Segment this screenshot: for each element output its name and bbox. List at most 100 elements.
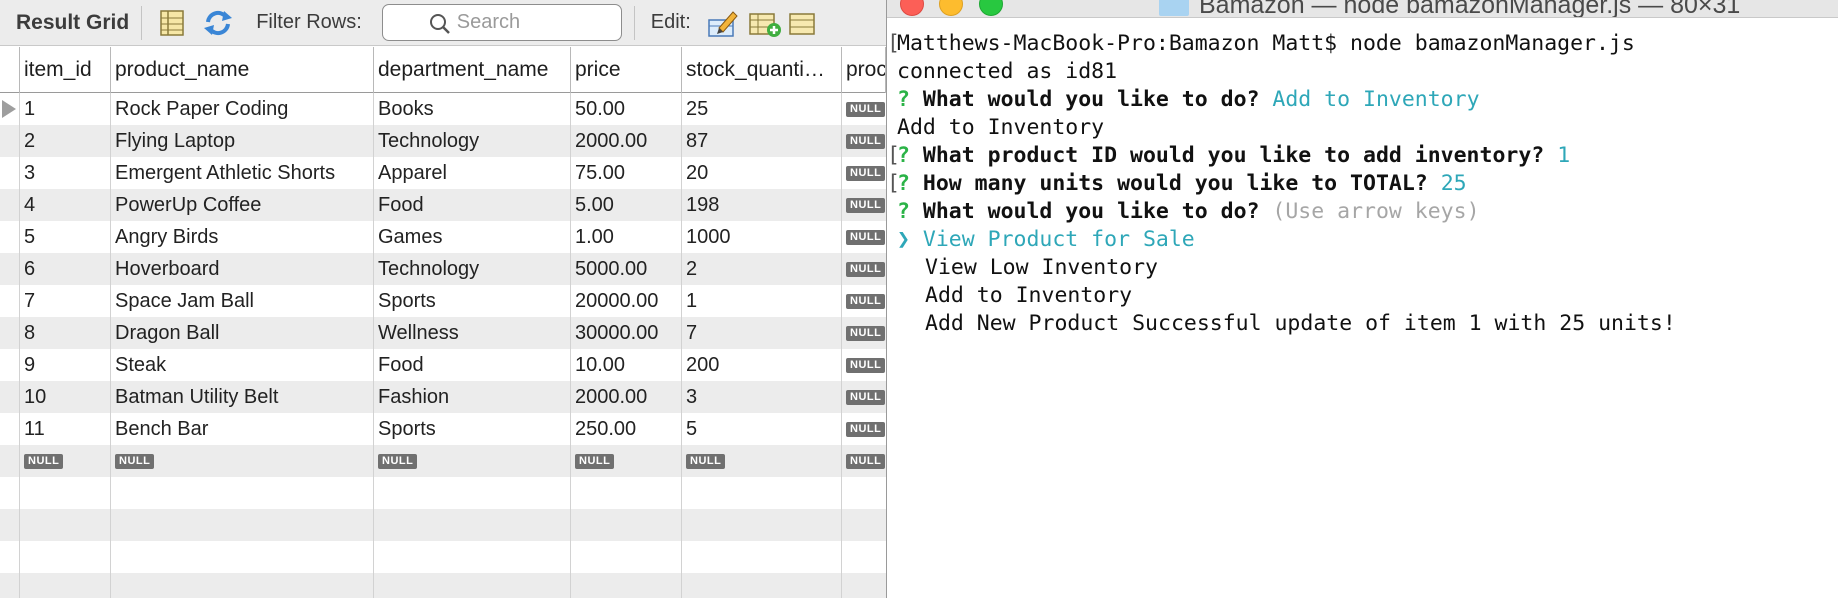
menu-option[interactable]: Add New Product Successful update of ite…: [887, 310, 1838, 338]
cell-department-name[interactable]: Technology: [374, 125, 571, 157]
terminal-title-bar[interactable]: Bamazon — node bamazonManager.js — 80×31: [887, 0, 1838, 18]
cell-department-name[interactable]: Food: [374, 349, 571, 381]
cell-stock-quantity[interactable]: 3: [682, 381, 842, 413]
table-row[interactable]: 1 Rock Paper Coding Books 50.00 25 NULL: [0, 93, 886, 125]
table-row[interactable]: 4 PowerUp Coffee Food 5.00 198 NULL: [0, 189, 886, 221]
column-header-product-sales[interactable]: proc: [842, 47, 886, 93]
cell-product-sales[interactable]: NULL: [842, 253, 886, 285]
cell-item-id[interactable]: 9: [20, 349, 111, 381]
filter-search-box[interactable]: [381, 4, 627, 41]
minimize-window-icon[interactable]: [939, 0, 963, 16]
cell-stock-quantity[interactable]: 1000: [682, 221, 842, 253]
cell-stock-quantity[interactable]: 2: [682, 253, 842, 285]
column-header-product-name[interactable]: product_name: [111, 47, 374, 93]
cell-department-name[interactable]: Books: [374, 93, 571, 125]
cell-product-name[interactable]: Steak: [111, 349, 374, 381]
cell-stock-quantity[interactable]: NULL: [682, 445, 842, 477]
cell-price[interactable]: 5.00: [571, 189, 682, 221]
cell-product-name[interactable]: NULL: [111, 445, 374, 477]
cell-price[interactable]: NULL: [571, 445, 682, 477]
cell-department-name[interactable]: Games: [374, 221, 571, 253]
cell-item-id[interactable]: 6: [20, 253, 111, 285]
column-header-department-name[interactable]: department_name: [374, 47, 571, 93]
table-row[interactable]: 7 Space Jam Ball Sports 20000.00 1 NULL: [0, 285, 886, 317]
cell-product-name[interactable]: Emergent Athletic Shorts: [111, 157, 374, 189]
cell-product-sales[interactable]: NULL: [842, 285, 886, 317]
cell-stock-quantity[interactable]: 87: [682, 125, 842, 157]
filter-search-input[interactable]: [456, 11, 627, 34]
cell-product-name[interactable]: Rock Paper Coding: [111, 93, 374, 125]
cell-product-name[interactable]: Batman Utility Belt: [111, 381, 374, 413]
cell-stock-quantity[interactable]: 1: [682, 285, 842, 317]
cell-product-sales[interactable]: NULL: [842, 445, 886, 477]
cell-item-id[interactable]: 3: [20, 157, 111, 189]
cell-price[interactable]: 2000.00: [571, 381, 682, 413]
cell-product-name[interactable]: Flying Laptop: [111, 125, 374, 157]
cell-product-sales[interactable]: NULL: [842, 157, 886, 189]
column-header-stock-quantity[interactable]: stock_quanti…: [682, 47, 842, 93]
refresh-icon[interactable]: [200, 5, 236, 41]
cell-item-id[interactable]: 1: [20, 93, 111, 125]
cell-price[interactable]: 250.00: [571, 413, 682, 445]
cell-department-name[interactable]: Food: [374, 189, 571, 221]
table-row[interactable]: 3 Emergent Athletic Shorts Apparel 75.00…: [0, 157, 886, 189]
cell-price[interactable]: 1.00: [571, 221, 682, 253]
cell-item-id[interactable]: 11: [20, 413, 111, 445]
column-layout-icon[interactable]: [154, 5, 190, 41]
cell-product-name[interactable]: Hoverboard: [111, 253, 374, 285]
cell-stock-quantity[interactable]: 7: [682, 317, 842, 349]
cell-price[interactable]: 20000.00: [571, 285, 682, 317]
menu-option[interactable]: Add to Inventory: [887, 282, 1838, 310]
cell-stock-quantity[interactable]: 200: [682, 349, 842, 381]
cell-item-id[interactable]: 2: [20, 125, 111, 157]
cell-stock-quantity[interactable]: 198: [682, 189, 842, 221]
cell-price[interactable]: 30000.00: [571, 317, 682, 349]
cell-product-sales[interactable]: NULL: [842, 317, 886, 349]
cell-product-sales[interactable]: NULL: [842, 349, 886, 381]
table-row[interactable]: 6 Hoverboard Technology 5000.00 2 NULL: [0, 253, 886, 285]
new-row-placeholder[interactable]: NULL NULL NULL NULL NULL NULL: [0, 445, 886, 477]
cell-product-sales[interactable]: NULL: [842, 189, 886, 221]
table-row[interactable]: 5 Angry Birds Games 1.00 1000 NULL: [0, 221, 886, 253]
cell-item-id[interactable]: 5: [20, 221, 111, 253]
cell-stock-quantity[interactable]: 5: [682, 413, 842, 445]
edit-cell-icon[interactable]: [705, 5, 741, 41]
cell-price[interactable]: 5000.00: [571, 253, 682, 285]
cell-item-id[interactable]: 8: [20, 317, 111, 349]
cell-product-name[interactable]: Dragon Ball: [111, 317, 374, 349]
cell-product-sales[interactable]: NULL: [842, 381, 886, 413]
cell-department-name[interactable]: Fashion: [374, 381, 571, 413]
cell-department-name[interactable]: NULL: [374, 445, 571, 477]
cell-stock-quantity[interactable]: 25: [682, 93, 842, 125]
cell-product-name[interactable]: Angry Birds: [111, 221, 374, 253]
cell-stock-quantity[interactable]: 20: [682, 157, 842, 189]
cell-department-name[interactable]: Wellness: [374, 317, 571, 349]
cell-price[interactable]: 50.00: [571, 93, 682, 125]
cell-product-sales[interactable]: NULL: [842, 125, 886, 157]
menu-option-selected[interactable]: ❯ View Product for Sale: [887, 226, 1838, 254]
cell-item-id[interactable]: 4: [20, 189, 111, 221]
cell-department-name[interactable]: Sports: [374, 285, 571, 317]
close-window-icon[interactable]: [900, 0, 924, 16]
cell-product-name[interactable]: Bench Bar: [111, 413, 374, 445]
add-row-icon[interactable]: [747, 5, 783, 41]
table-row[interactable]: 9 Steak Food 10.00 200 NULL: [0, 349, 886, 381]
menu-option[interactable]: View Low Inventory: [887, 254, 1838, 282]
table-row[interactable]: 2 Flying Laptop Technology 2000.00 87 NU…: [0, 125, 886, 157]
cell-department-name[interactable]: Sports: [374, 413, 571, 445]
table-row[interactable]: 11 Bench Bar Sports 250.00 5 NULL: [0, 413, 886, 445]
cell-item-id[interactable]: 7: [20, 285, 111, 317]
cell-price[interactable]: 2000.00: [571, 125, 682, 157]
cell-department-name[interactable]: Apparel: [374, 157, 571, 189]
cell-price[interactable]: 10.00: [571, 349, 682, 381]
column-header-price[interactable]: price: [571, 47, 682, 93]
cell-product-sales[interactable]: NULL: [842, 221, 886, 253]
table-row[interactable]: 10 Batman Utility Belt Fashion 2000.00 3…: [0, 381, 886, 413]
cell-item-id[interactable]: 10: [20, 381, 111, 413]
terminal-output[interactable]: Matthews-MacBook-Pro:Bamazon Matt$ node …: [887, 30, 1838, 338]
cell-product-sales[interactable]: NULL: [842, 93, 886, 125]
table-row[interactable]: 8 Dragon Ball Wellness 30000.00 7 NULL: [0, 317, 886, 349]
cell-department-name[interactable]: Technology: [374, 253, 571, 285]
maximize-window-icon[interactable]: [979, 0, 1003, 16]
cell-product-name[interactable]: PowerUp Coffee: [111, 189, 374, 221]
